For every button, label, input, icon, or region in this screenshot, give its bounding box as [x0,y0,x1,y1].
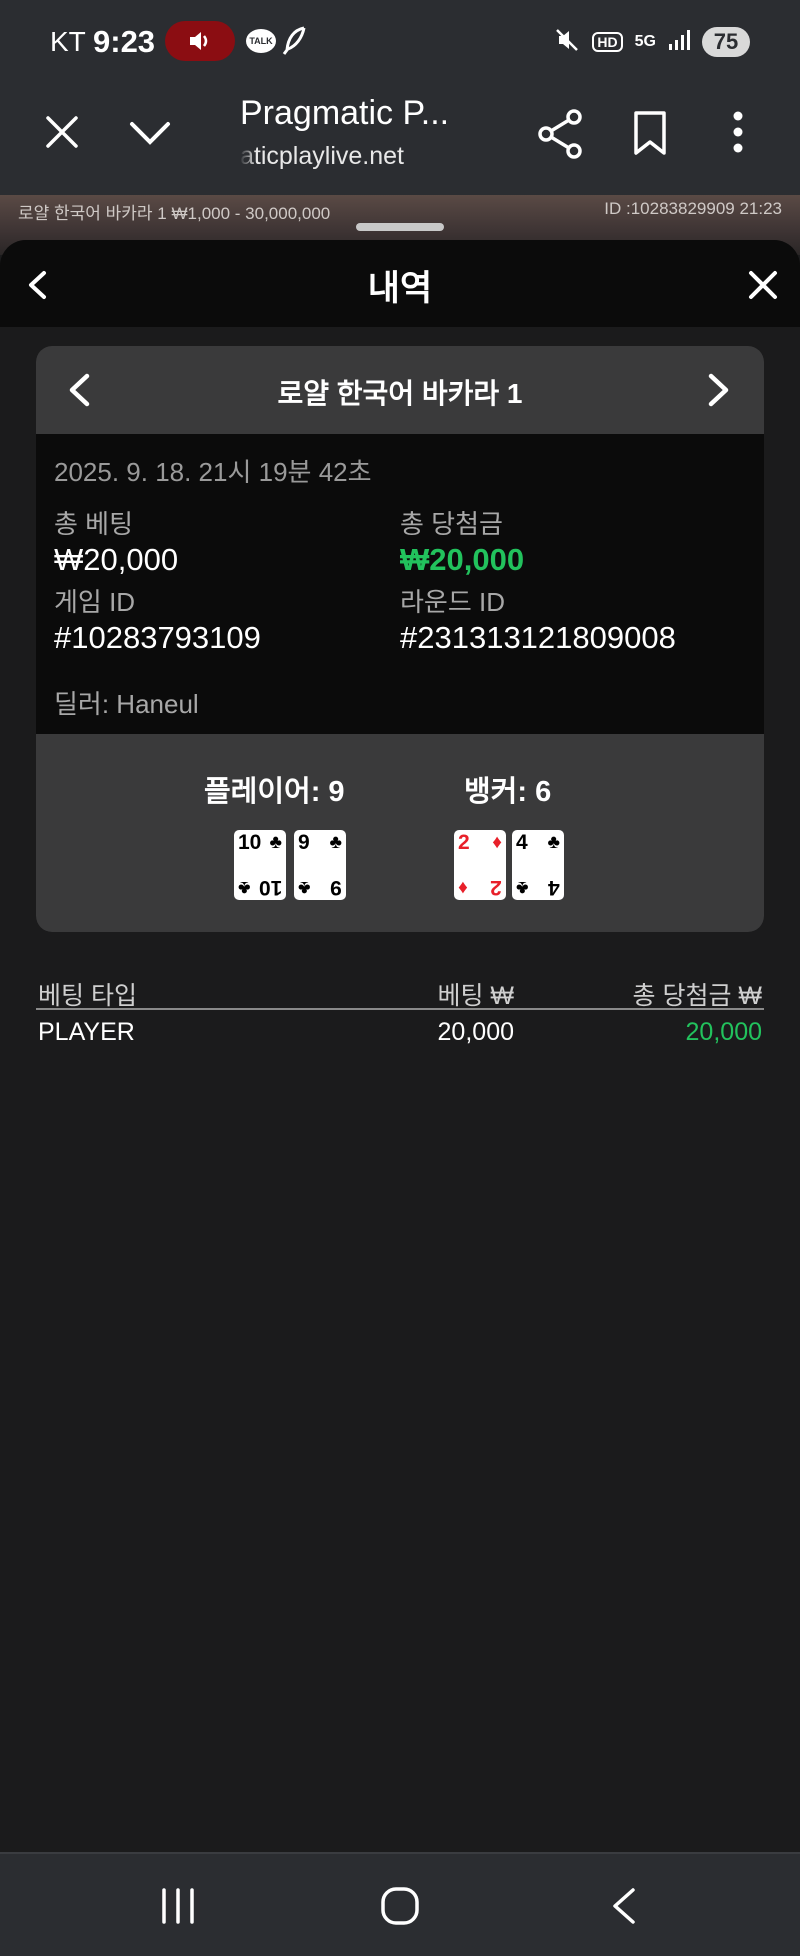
recent-apps-icon[interactable] [158,1886,198,1931]
dealer-name: 딜러: Haneul [54,689,199,719]
card-suit: ♣ [238,877,251,898]
status-icons: HD 5G 75 [554,22,750,62]
round-info: 2025. 9. 18. 21시 19분 42초 총 베팅 ₩20,000 총 … [36,434,764,734]
mute-icon [554,27,580,58]
banker-score: 뱅커: 6 [464,776,552,808]
share-icon[interactable] [536,108,584,165]
card-rank: 10 [258,876,282,899]
card-rank: 9 [298,831,310,854]
card-rank: 4 [548,876,560,899]
bet-type-cell: PLAYER [38,1018,135,1046]
url-fade [240,142,256,176]
home-icon[interactable] [380,1886,420,1931]
history-sheet: 내역 로얄 한국어 바카라 1 2025. 9. 18. 21시 19분 42초… [0,240,800,1852]
card-rank: 10 [238,831,262,854]
playing-card: 9 ♣ 9 ♣ [294,830,346,900]
total-win-label: 총 당첨금 [400,509,503,539]
sound-on-icon [165,21,235,61]
5g-icon: 5G [634,33,656,50]
round-id-label: 라운드 ID [400,587,505,617]
battery-icon: 75 [702,27,750,57]
round-detail-card: 로얄 한국어 바카라 1 2025. 9. 18. 21시 19분 42초 총 … [36,346,764,932]
game-id-value: #10283793109 [54,620,261,655]
page-title[interactable]: Pragmatic P... [240,94,449,133]
clock: 9:23 [93,24,156,59]
round-datetime: 2025. 9. 18. 21시 19분 42초 [54,457,372,487]
total-win-value: ₩20,000 [400,542,525,577]
total-win-cell: 20,000 [685,1018,762,1046]
column-header-bet-type: 베팅 타입 [38,982,137,1010]
game-table-limits: 로얄 한국어 바카라 1 ₩1,000 - 30,000,000 [18,204,331,223]
table-name: 로얄 한국어 바카라 1 [277,378,523,409]
playing-card: 4 ♣ 4 ♣ [512,830,564,900]
sheet-header: 내역 [0,240,800,327]
total-bet-label: 총 베팅 [54,509,133,539]
game-round-id: ID :10283829909 21:23 [604,199,782,218]
playing-card: 10 ♣ 10 ♣ [234,830,286,900]
card-rank: 9 [330,876,342,899]
hd-icon: HD [592,32,623,52]
round-result: 플레이어: 9 뱅커: 6 10 ♣ 10 ♣ 9 ♣ 9 ♣ 2 ♦ 2 ♦ [36,734,764,932]
card-suit: ♣ [547,832,560,853]
bets-table: 베팅 타입 베팅 ₩ 총 당첨금 ₩ PLAYER 20,000 20,000 [36,970,764,1054]
close-tab-icon[interactable] [44,114,80,155]
feather-icon [282,26,308,61]
column-header-total-win: 총 당첨금 ₩ [632,982,763,1010]
sheet-title: 내역 [367,269,433,308]
card-rank: 4 [516,831,528,854]
nav-back-icon[interactable] [608,1886,640,1931]
card-rank: 2 [458,831,470,854]
next-round-icon[interactable] [706,372,732,413]
card-suit: ♣ [298,877,311,898]
card-suit: ♦ [492,832,502,853]
card-suit: ♣ [269,832,282,853]
more-vert-icon[interactable] [728,110,748,159]
table-header: 베팅 타입 베팅 ₩ 총 당첨금 ₩ [36,970,764,1010]
kakaotalk-icon: TALK [246,29,276,53]
card-rank: 2 [490,876,502,899]
card-suit: ♦ [458,877,468,898]
card-suit: ♣ [516,877,529,898]
drag-handle[interactable] [356,223,444,231]
round-id-value: #231313121809008 [400,620,676,655]
browser-toolbar: Pragmatic P... aticplaylive.net [0,84,800,195]
bet-amount-cell: 20,000 [437,1018,514,1046]
system-nav-bar [0,1852,800,1956]
table-row: PLAYER 20,000 20,000 [36,1010,764,1054]
game-id-label: 게임 ID [54,587,136,617]
carrier-label: KT [50,26,86,57]
bookmark-icon[interactable] [632,110,668,161]
signal-icon [668,29,690,56]
status-bar: KT 9:23 TALK HD 5G 75 [0,0,800,84]
close-icon[interactable] [748,270,778,305]
chevron-down-icon[interactable] [128,120,172,153]
total-bet-value: ₩20,000 [54,542,179,577]
card-suit: ♣ [329,832,342,853]
card-header: 로얄 한국어 바카라 1 [36,346,764,434]
playing-card: 2 ♦ 2 ♦ [454,830,506,900]
page-url[interactable]: aticplaylive.net [240,142,440,171]
column-header-bet-amount: 베팅 ₩ [437,982,514,1010]
player-score: 플레이어: 9 [204,776,345,808]
